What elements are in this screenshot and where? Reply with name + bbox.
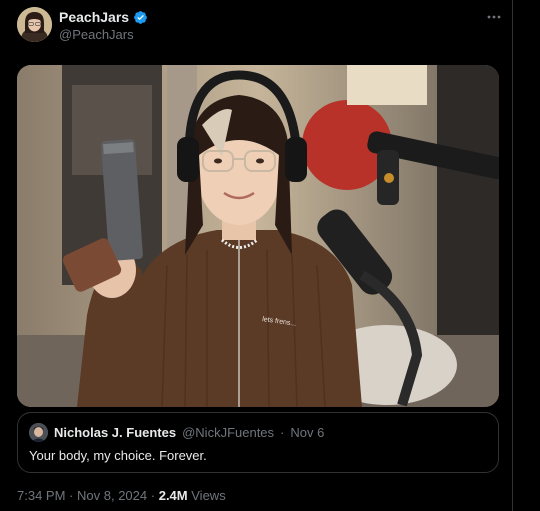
meta-separator: · bbox=[150, 488, 156, 503]
author-avatar[interactable] bbox=[17, 7, 52, 42]
views-label: Views bbox=[191, 488, 226, 503]
quoted-author-avatar[interactable] bbox=[29, 423, 48, 442]
author-handle[interactable]: @PeachJars bbox=[59, 27, 134, 42]
verified-badge-icon bbox=[133, 10, 148, 25]
quoted-separator: · bbox=[280, 425, 285, 440]
column-divider bbox=[512, 0, 513, 511]
quoted-post-text: Your body, my choice. Forever. bbox=[29, 448, 207, 463]
meta-separator: · bbox=[69, 488, 74, 503]
quoted-post[interactable]: Nicholas J. Fuentes @NickJFuentes · Nov … bbox=[17, 412, 499, 473]
author-display-name[interactable]: PeachJars bbox=[59, 9, 129, 25]
post-meta: 7:34 PM · Nov 8, 2024 · 2.4M Views bbox=[17, 488, 226, 503]
post-header: PeachJars @PeachJars bbox=[17, 7, 509, 43]
quoted-author-display-name[interactable]: Nicholas J. Fuentes bbox=[54, 425, 176, 440]
post-date[interactable]: Nov 8, 2024 bbox=[77, 488, 147, 503]
views-count: 2.4M bbox=[158, 488, 188, 503]
more-horizontal-icon bbox=[487, 15, 501, 19]
quoted-post-date[interactable]: Nov 6 bbox=[290, 425, 324, 440]
more-options-button[interactable] bbox=[483, 7, 505, 27]
post-time[interactable]: 7:34 PM bbox=[17, 488, 65, 503]
post-media-image[interactable]: lets frens... bbox=[17, 65, 499, 407]
quoted-author-handle[interactable]: @NickJFuentes bbox=[182, 425, 274, 440]
